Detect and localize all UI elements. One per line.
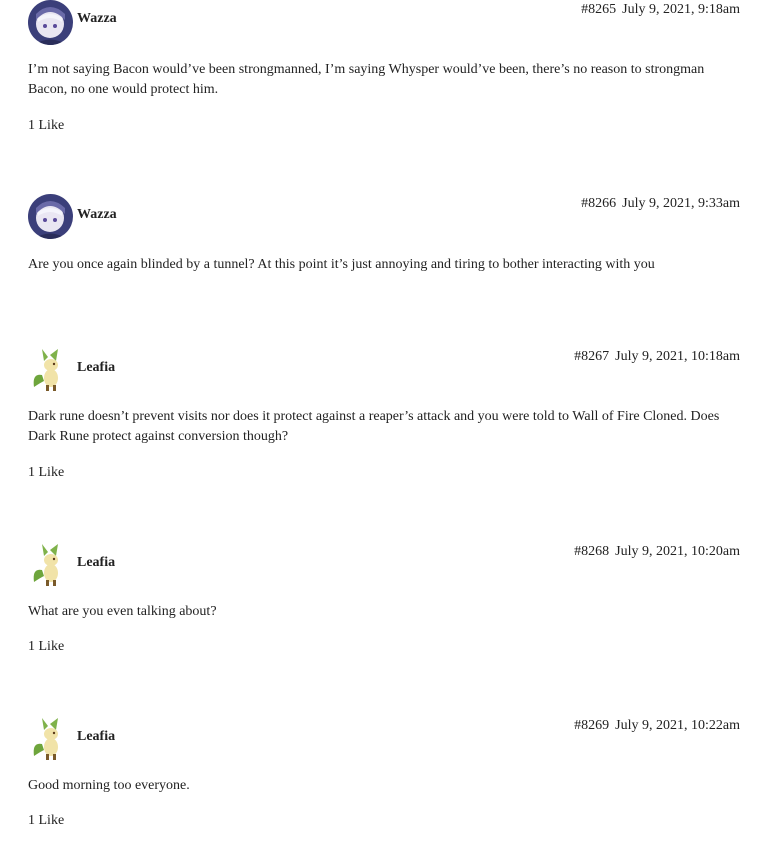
post-body: Are you once again blinded by a tunnel? … — [28, 257, 655, 272]
leafeon-avatar-icon — [28, 716, 73, 761]
post-number[interactable]: #8266 — [581, 196, 616, 211]
post-date[interactable]: July 9, 2021, 9:33am — [622, 196, 740, 211]
avatar[interactable] — [28, 194, 73, 239]
leafeon-avatar-icon — [28, 347, 73, 392]
post-meta: #8269 July 9, 2021, 10:22am — [574, 718, 740, 734]
post-meta: #8265 July 9, 2021, 9:18am — [581, 2, 740, 18]
post-meta: #8266 July 9, 2021, 9:33am — [581, 196, 740, 212]
post-meta: #8268 July 9, 2021, 10:20am — [574, 544, 740, 560]
username[interactable]: Leafia — [77, 555, 115, 571]
post-date[interactable]: July 9, 2021, 10:22am — [615, 718, 740, 733]
username[interactable]: Wazza — [77, 11, 117, 27]
like-count[interactable]: 1 Like — [28, 465, 64, 481]
anime-avatar-icon — [28, 194, 73, 239]
post-number[interactable]: #8268 — [574, 544, 609, 559]
post-body: I’m not saying Bacon would’ve been stron… — [28, 62, 705, 97]
username[interactable]: Wazza — [77, 207, 117, 223]
avatar[interactable] — [28, 347, 73, 392]
avatar[interactable] — [28, 716, 73, 761]
post-date[interactable]: July 9, 2021, 10:20am — [615, 544, 740, 559]
post-number[interactable]: #8267 — [574, 349, 609, 364]
post-date[interactable]: July 9, 2021, 9:18am — [622, 2, 740, 17]
anime-avatar-icon — [28, 0, 73, 45]
avatar[interactable] — [28, 0, 73, 45]
like-count[interactable]: 1 Like — [28, 118, 64, 134]
post-body: Dark rune doesn’t prevent visits nor doe… — [28, 409, 720, 444]
post-number[interactable]: #8269 — [574, 718, 609, 733]
post-meta: #8267 July 9, 2021, 10:18am — [574, 349, 740, 365]
post-date[interactable]: July 9, 2021, 10:18am — [615, 349, 740, 364]
post-number[interactable]: #8265 — [581, 2, 616, 17]
post-body: What are you even talking about? — [28, 604, 217, 619]
like-count[interactable]: 1 Like — [28, 639, 64, 655]
username[interactable]: Leafia — [77, 360, 115, 376]
leafeon-avatar-icon — [28, 542, 73, 587]
username[interactable]: Leafia — [77, 729, 115, 745]
avatar[interactable] — [28, 542, 73, 587]
post-body: Good morning too everyone. — [28, 778, 190, 793]
like-count[interactable]: 1 Like — [28, 813, 64, 829]
